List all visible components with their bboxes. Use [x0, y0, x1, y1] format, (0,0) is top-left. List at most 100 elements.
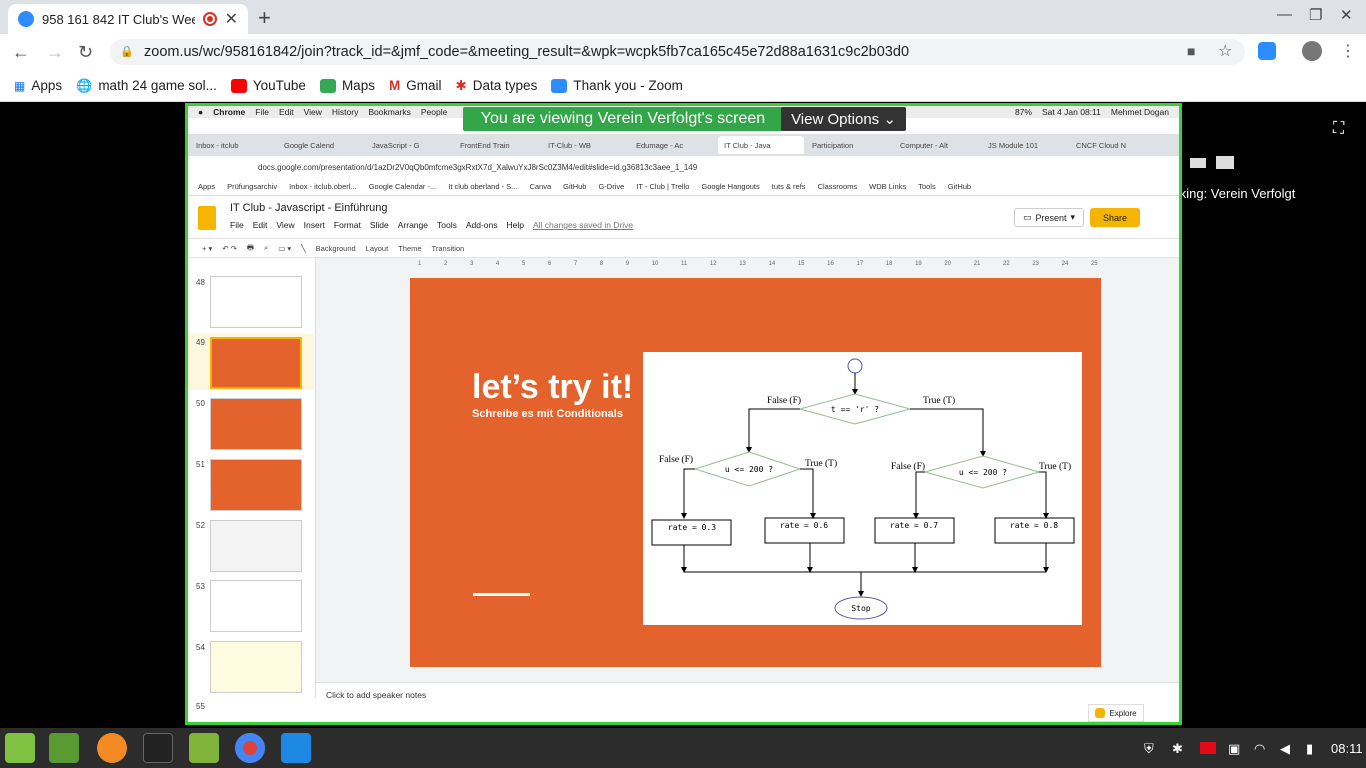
inner-address-bar: docs.google.com/presentation/d/1azDr2V0q…	[188, 156, 1179, 178]
save-status: All changes saved in Drive	[532, 220, 634, 230]
inner-tab-active: IT Club - Java	[718, 136, 804, 154]
viewing-banner: You are viewing Verein Verfolgt's screen	[463, 107, 783, 131]
star-icon[interactable]: ☆	[1218, 41, 1232, 61]
share-button: Share	[1090, 208, 1140, 227]
rate-box-2: rate = 0.6	[780, 521, 828, 530]
bookmark-math24[interactable]: 🌐 math 24 game sol...	[76, 78, 217, 94]
docs-toolbar: + ▾ ↶ ↷ 🖶 ⌕ ▭ ▾ ╲ Background Layout Theme Transi…	[188, 238, 1179, 258]
inner-tab: Computer - Alt	[900, 140, 948, 150]
video-tile-large-icon	[1216, 156, 1234, 169]
inner-tab: Participation	[812, 140, 854, 150]
video-tile-icon	[1190, 158, 1206, 168]
reload-icon[interactable]: ↻	[78, 42, 93, 63]
shared-screen: ● Chrome File Edit View History Bookmark…	[185, 103, 1182, 725]
active-speaker-panel: talking: Verein Verfolgt	[1154, 150, 1356, 208]
bookmark-youtube[interactable]: YouTube	[230, 78, 306, 93]
explore-icon	[1095, 708, 1106, 718]
presentation-title: IT Club - Javascript - Einführung	[230, 202, 388, 214]
data-types-icon: ✱	[455, 77, 467, 93]
stop-node: Stop	[851, 604, 870, 613]
chevron-down-icon: ⌄	[883, 111, 896, 128]
inner-tab: Inbox - itclub	[196, 140, 239, 150]
condition-1: t == 'r' ?	[831, 405, 879, 414]
slide-thumbnail	[210, 641, 302, 693]
folder-icon[interactable]	[189, 733, 219, 763]
forward-icon[interactable]: →	[46, 42, 64, 63]
close-window-icon[interactable]: ✕	[1340, 6, 1353, 24]
slide-thumbnail-selected	[210, 337, 302, 389]
bluetooth-icon[interactable]: ✱	[1172, 741, 1183, 757]
docs-menubar: File Edit View Insert Format Slide Arrange Tool…	[230, 220, 634, 230]
mac-menu-bookmarks: Bookmarks	[368, 107, 411, 117]
slide-title: let’s try it!	[472, 368, 634, 406]
taskbar-clock[interactable]: 08:11	[1331, 741, 1363, 756]
update-icon[interactable]: ▣	[1228, 741, 1240, 757]
slide-divider	[473, 593, 530, 596]
zoom-extension-icon[interactable]	[1258, 42, 1276, 60]
mac-menu-people: People	[420, 107, 448, 117]
address-bar[interactable]: zoom.us/wc/958161842/join?track_id=&jmf_…	[110, 39, 1245, 65]
minimize-icon[interactable]: —	[1277, 6, 1292, 23]
rate-box-3: rate = 0.7	[890, 521, 938, 530]
bookmark-apps[interactable]: ▦ Apps	[14, 78, 62, 93]
zoom-favicon-icon	[18, 11, 34, 27]
battery-icon[interactable]: ▮	[1306, 741, 1313, 757]
present-icon: ▭	[1022, 212, 1032, 222]
zoom-icon	[551, 78, 568, 93]
branch-false-3: False (F)	[891, 461, 925, 472]
bookmark-gmail[interactable]: M Gmail	[389, 78, 442, 93]
fullscreen-icon[interactable]: ⛶	[1333, 120, 1344, 138]
maximize-icon[interactable]: ❐	[1309, 6, 1322, 24]
bookmark-maps[interactable]: Maps	[319, 78, 375, 93]
new-tab-button[interactable]: +	[258, 5, 271, 31]
talking-label: talking: Verein Verfolgt	[1166, 186, 1296, 201]
globe-icon: 🌐	[76, 77, 93, 93]
mac-user: Mehmet Dogan	[1110, 107, 1169, 117]
maps-icon	[319, 78, 336, 93]
slide-thumbnail	[210, 459, 302, 511]
volume-icon[interactable]: ◀	[1280, 741, 1290, 757]
inner-tab: JavaScript - G	[372, 140, 420, 150]
present-button: ▭ Present ▾	[1014, 208, 1084, 227]
vscode-icon[interactable]	[281, 733, 311, 763]
firefox-icon[interactable]	[97, 733, 127, 763]
terminal-icon[interactable]	[143, 733, 173, 763]
apps-grid-icon: ▦	[14, 78, 26, 93]
shield-icon[interactable]: ⛨	[1144, 741, 1154, 757]
speaker-notes: Click to add speaker notes	[316, 682, 1179, 722]
camera-icon[interactable]: ■	[1187, 43, 1195, 59]
branch-false-1: False (F)	[767, 395, 801, 406]
keyboard-layout-icon[interactable]	[1200, 742, 1216, 754]
tab-close-icon[interactable]: ✕	[225, 9, 238, 29]
wifi-icon[interactable]: ◠	[1254, 741, 1265, 757]
mac-menu-file: File	[255, 107, 269, 117]
slide-subtitle: Schreibe es mit Conditionals	[472, 408, 623, 420]
inner-bookmarks-bar: Apps Prüfungsarchiv Inbox - itclub.oberl..…	[188, 178, 1179, 196]
file-manager-icon[interactable]	[49, 733, 79, 763]
condition-2: u <= 200 ?	[725, 465, 773, 474]
explore-button: Explore	[1088, 704, 1144, 722]
ruler: 1 2 3 4 5 6 7 8 9 10 11 12 13 14 15 16 17 18 19 20 21 22 23 24 2…	[418, 261, 1098, 267]
branch-false-2: False (F)	[659, 454, 693, 465]
profile-avatar[interactable]	[1302, 41, 1322, 61]
branch-true-1: True (T)	[923, 395, 955, 406]
inner-tab: CNCF Cloud N	[1076, 140, 1127, 150]
rate-box-4: rate = 0.8	[1010, 521, 1058, 530]
chrome-icon[interactable]	[235, 733, 265, 763]
bookmark-data-types[interactable]: ✱ Data types	[455, 78, 537, 94]
branch-true-2: True (T)	[805, 458, 837, 469]
menu-icon[interactable]: ⋮	[1340, 41, 1356, 61]
bookmark-zoom[interactable]: Thank you - Zoom	[551, 78, 683, 93]
browser-tab-zoom[interactable]: 958 161 842 IT Club's Wee ✕	[8, 4, 248, 34]
lock-icon[interactable]: 🔒	[120, 45, 134, 58]
url-text: zoom.us/wc/958161842/join?track_id=&jmf_…	[144, 44, 910, 60]
gmail-icon: M	[388, 78, 401, 93]
battery-text: 87%	[1014, 107, 1032, 117]
slide-thumbnail	[210, 520, 302, 572]
view-options-button[interactable]: View Options ⌄	[781, 107, 906, 131]
apple-icon: ●	[198, 107, 204, 117]
back-icon[interactable]: ←	[12, 42, 30, 63]
mint-menu-icon[interactable]	[5, 733, 35, 763]
slide-thumbnail	[210, 580, 302, 632]
inner-tab: FrontEnd Train	[460, 140, 510, 150]
